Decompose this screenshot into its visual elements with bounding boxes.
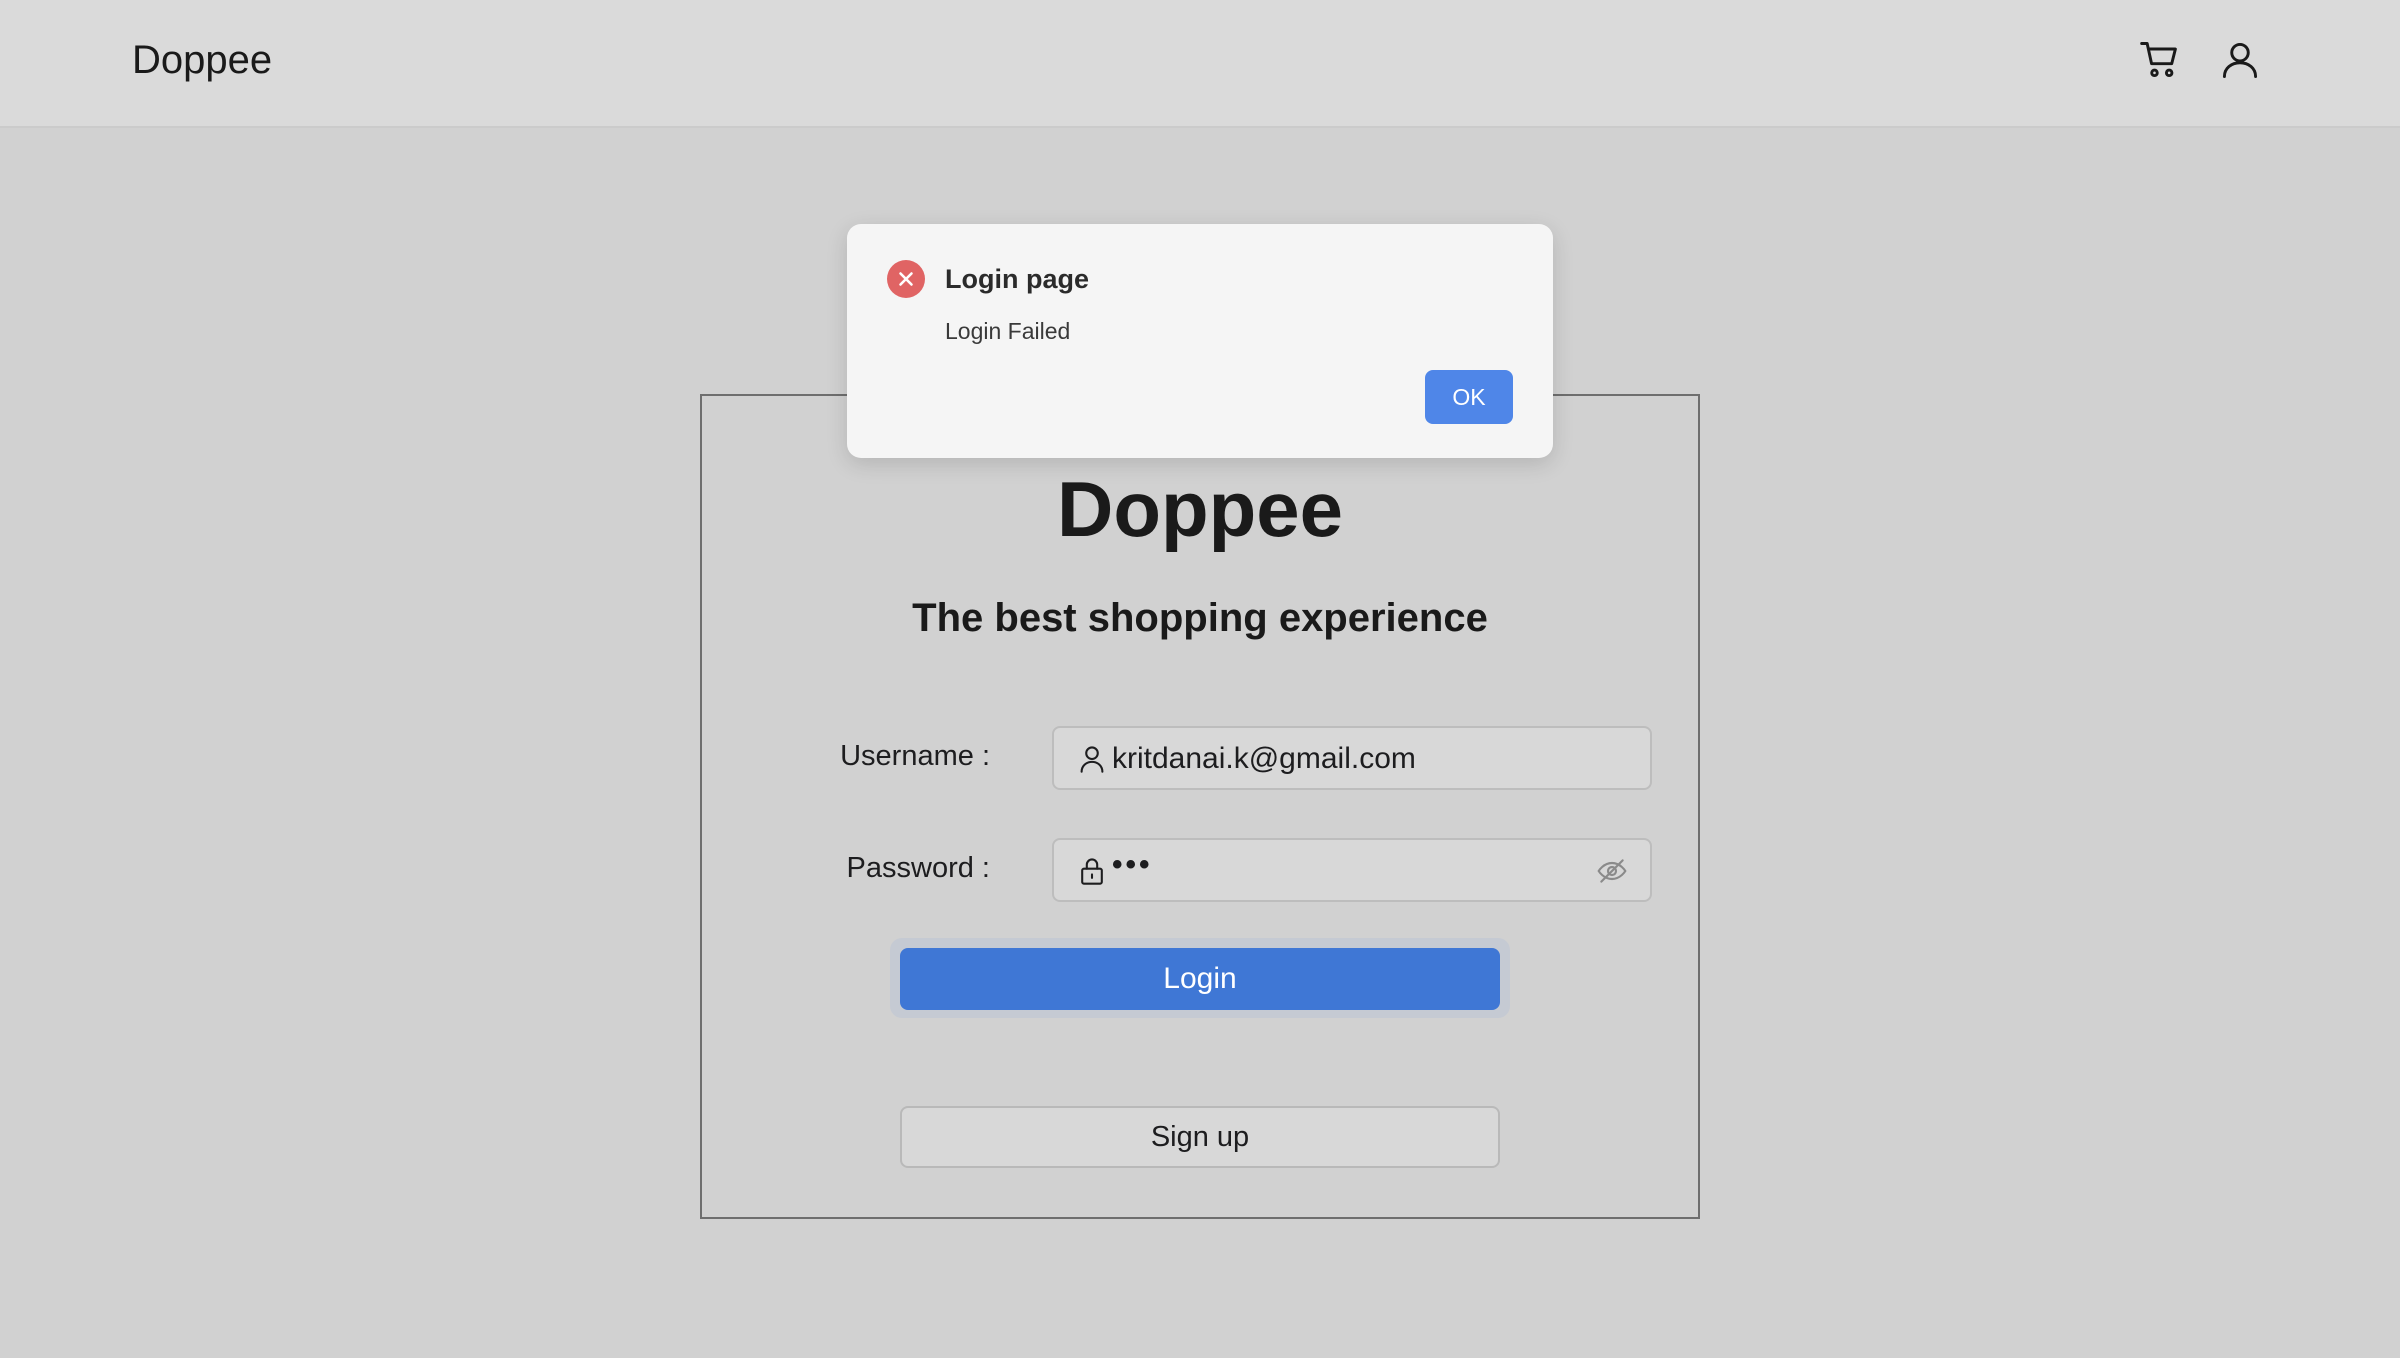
password-label: Password : bbox=[846, 852, 990, 884]
user-icon bbox=[1078, 744, 1106, 774]
login-button-focus-ring: Login bbox=[890, 938, 1510, 1018]
password-input[interactable]: ••• bbox=[1052, 838, 1652, 902]
brand-logo-text[interactable]: Doppee bbox=[132, 38, 272, 83]
login-card: Doppee The best shopping experience User… bbox=[700, 394, 1700, 1219]
cart-icon[interactable] bbox=[2138, 38, 2182, 82]
username-value: kritdanai.k@gmail.com bbox=[1112, 742, 1416, 775]
dialog-title: Login page bbox=[945, 264, 1089, 294]
card-subtitle: The best shopping experience bbox=[912, 596, 1488, 640]
user-account-icon[interactable] bbox=[2218, 38, 2262, 82]
username-label: Username : bbox=[840, 740, 990, 772]
error-icon bbox=[887, 260, 925, 298]
username-input[interactable]: kritdanai.k@gmail.com bbox=[1052, 726, 1652, 790]
ok-button[interactable]: OK bbox=[1425, 370, 1513, 424]
password-value: ••• bbox=[1112, 848, 1153, 881]
card-title: Doppee bbox=[1056, 465, 1344, 553]
dialog-message: Login Failed bbox=[945, 318, 1071, 344]
eye-hidden-icon[interactable] bbox=[1596, 856, 1628, 886]
lock-icon bbox=[1078, 856, 1106, 886]
alert-dialog: Login page Login Failed OK bbox=[847, 224, 1553, 458]
login-button[interactable]: Login bbox=[900, 948, 1500, 1010]
top-header: Doppee bbox=[0, 0, 2400, 128]
signup-button[interactable]: Sign up bbox=[900, 1106, 1500, 1168]
